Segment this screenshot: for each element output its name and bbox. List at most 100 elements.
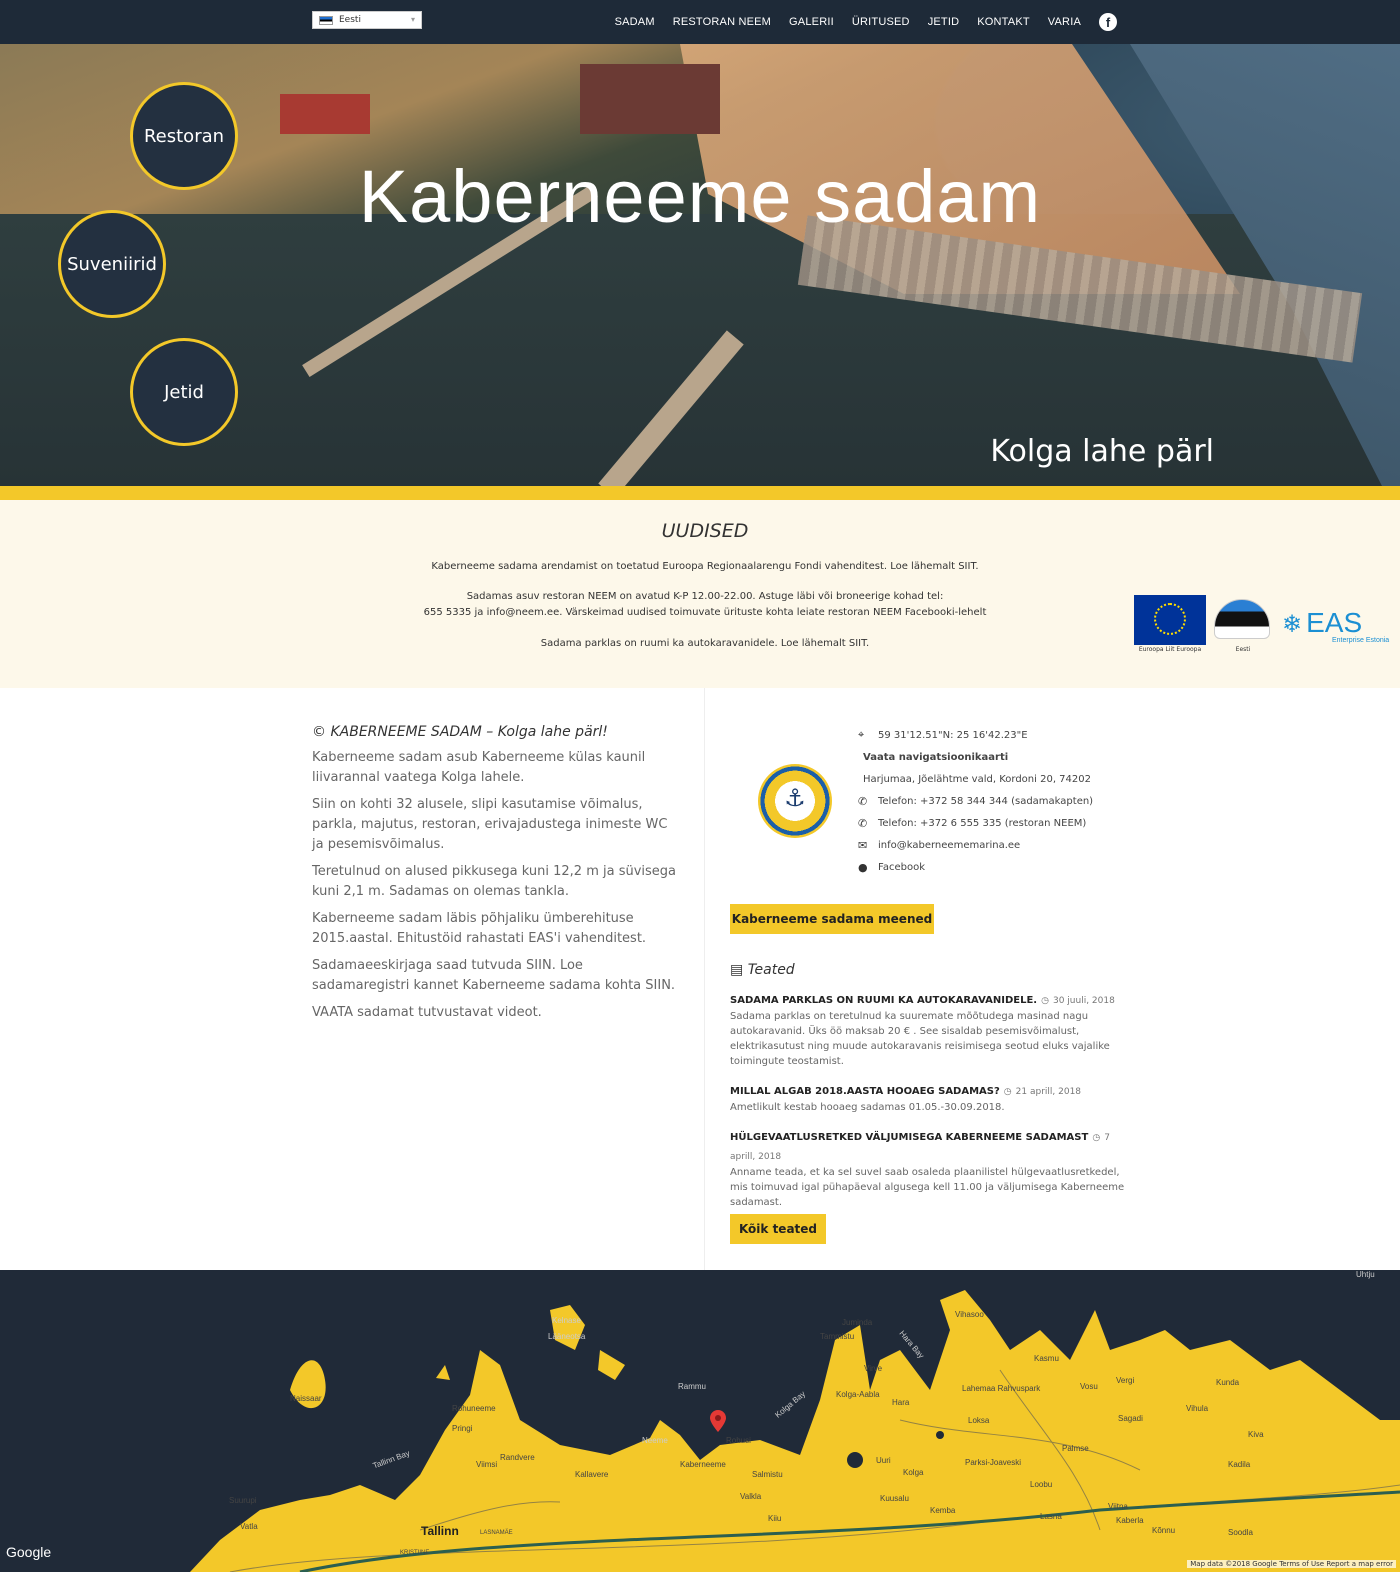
about-heading: © KABERNEEME SADAM – Kolga lahe pärl!	[312, 724, 677, 740]
map-footer[interactable]: Map data ©2018 Google Terms of Use Repor…	[1187, 1560, 1396, 1568]
map-label: Kiva	[1248, 1430, 1264, 1439]
hero-building	[280, 94, 370, 134]
map-pin-icon: ⌖	[858, 728, 865, 741]
top-navigation-bar: Eesti ▾ SADAM RESTORAN NEEM GALERII ÜRIT…	[0, 0, 1400, 44]
nav-item-restoran-neem[interactable]: RESTORAN NEEM	[673, 16, 771, 28]
snowflake-icon: ❄	[1282, 611, 1303, 638]
map-label: Rohusi	[726, 1436, 751, 1445]
notice-item: MILLAL ALGAB 2018.AASTA HOOAEG SADAMAS? ◷…	[730, 1079, 1130, 1115]
map-label: Rammu	[678, 1382, 707, 1391]
teated-heading-text: Teated	[747, 962, 795, 978]
notice-title[interactable]: HÜLGEVAATLUSRETKED VÄLJUMISEGA KABERNEEM…	[730, 1132, 1088, 1143]
notice-body: Anname teada, et ka sel suvel saab osale…	[730, 1167, 1125, 1208]
notice-body: Ametlikult kestab hooaeg sadamas 01.05.-…	[730, 1102, 1005, 1113]
phone-link[interactable]: Telefon: +372 58 344 344 (sadamakapten)	[878, 796, 1093, 807]
nav-item-jetid[interactable]: JETID	[928, 16, 960, 28]
all-notices-button[interactable]: Kõik teated	[730, 1214, 826, 1244]
main-menu: SADAM RESTORAN NEEM GALERII ÜRITUSED JET…	[615, 0, 1117, 44]
clock-icon: ◷	[1092, 1133, 1101, 1143]
map-label: Lääneotsa	[548, 1332, 586, 1341]
map-label: Tallinn	[421, 1524, 459, 1538]
estonian-flag-icon	[319, 15, 333, 25]
map-label: LASNAMÄE	[480, 1530, 513, 1536]
map-label: Juminda	[842, 1318, 873, 1327]
eas-logo-caption: Enterprise Estonia	[1332, 637, 1390, 644]
map-label: Kõnnu	[1152, 1526, 1176, 1535]
notice-title[interactable]: SADAMA PARKLAS ON RUUMI KA AUTOKARAVANID…	[730, 995, 1037, 1006]
map-label: Loobu	[1030, 1480, 1053, 1489]
map-label: Vosu	[1080, 1382, 1098, 1391]
map-label: Viimsi	[476, 1460, 498, 1469]
nav-item-galerii[interactable]: GALERII	[789, 16, 834, 28]
notice-date: 30 juuli, 2018	[1052, 996, 1115, 1006]
circle-link-restoran[interactable]: Restoran	[130, 82, 238, 190]
email-link[interactable]: info@kaberneememarina.ee	[878, 840, 1020, 851]
map-label: Pringi	[452, 1424, 473, 1433]
map-label: Neeme	[642, 1436, 668, 1445]
hero-subtitle: Kolga lahe pärl	[990, 434, 1214, 469]
facebook-row: ● Facebook	[858, 856, 1148, 878]
eas-logo: ❄ EAS	[1282, 607, 1362, 639]
about-paragraph: Sadamaeeskirjaga saad tutvuda SIIN. Loe …	[312, 958, 676, 993]
map-label: Lasna	[1040, 1512, 1062, 1521]
eu-logo-caption: Euroopa Liit Euroopa	[1138, 646, 1202, 653]
language-label: Eesti	[339, 15, 361, 25]
coordinates-text: 59 31'12.51"N: 25 16'42.23"E	[878, 729, 1028, 741]
souvenirs-button[interactable]: Kaberneeme sadama meened	[730, 904, 934, 934]
map-label: Loksa	[968, 1416, 990, 1425]
sponsor-logos: Euroopa Liit Euroopa Eesti ❄ EAS Enterpri…	[1134, 595, 1400, 665]
phone-row: ✆ Telefon: +372 6 555 335 (restoran NEEM)	[858, 812, 1148, 834]
nav-item-varia[interactable]: VARIA	[1048, 16, 1081, 28]
eu-flag-logo	[1134, 595, 1206, 645]
eas-logo-text: EAS	[1306, 607, 1363, 638]
chevron-down-icon: ▾	[410, 15, 415, 24]
map-label: Kolga-Aabla	[836, 1390, 880, 1399]
map-marker-icon[interactable]	[710, 1410, 726, 1432]
nav-item-sadam[interactable]: SADAM	[615, 16, 655, 28]
facebook-icon[interactable]: f	[1099, 13, 1117, 31]
address-text: Harjumaa, Jõelähtme vald, Kordoni 20, 74…	[863, 773, 1091, 785]
notice-item: HÜLGEVAATLUSRETKED VÄLJUMISEGA KABERNEEM…	[730, 1125, 1130, 1227]
map-label: Vatla	[240, 1522, 258, 1531]
teated-heading: ▤ Teated	[730, 962, 795, 978]
nav-item-kontakt[interactable]: KONTAKT	[977, 16, 1030, 28]
map-label: Vihasoo	[955, 1310, 984, 1319]
notice-date: 21 aprill, 2018	[1015, 1087, 1082, 1097]
copyright-icon: ©	[312, 724, 331, 740]
map-label: Naissaar	[290, 1394, 322, 1403]
notice-title[interactable]: MILLAL ALGAB 2018.AASTA HOOAEG SADAMAS?	[730, 1086, 1000, 1097]
phone-row: ✆ Telefon: +372 58 344 344 (sadamakapten)	[858, 790, 1148, 812]
calendar-icon: ▤	[730, 962, 748, 978]
map-label: Kasmu	[1034, 1354, 1059, 1363]
estonia-logo	[1214, 595, 1272, 645]
map-label: Sagadi	[1118, 1414, 1143, 1423]
phone-icon: ✆	[858, 816, 868, 830]
marina-anchor-logo: ⚓	[758, 764, 832, 838]
map-label: Vihula	[1186, 1404, 1209, 1413]
google-map[interactable]: Naissaar Kelnase Lääneotsa Rohuneeme Pri…	[0, 1270, 1400, 1572]
column-divider	[704, 688, 705, 1270]
about-paragraph: VAATA sadamat tutvustavat videot.	[312, 1005, 542, 1020]
nav-item-uritused[interactable]: ÜRITUSED	[852, 16, 910, 28]
facebook-link[interactable]: Facebook	[878, 862, 925, 873]
map-label: KRISTIINE	[400, 1550, 430, 1556]
circle-link-suveniirid[interactable]: Suveniirid	[58, 210, 166, 318]
map-label: Soodla	[1228, 1528, 1253, 1537]
map-label: Kolga	[903, 1468, 924, 1477]
language-select[interactable]: Eesti ▾	[312, 11, 422, 29]
about-paragraph: Kaberneeme sadam asub Kaberneeme külas k…	[312, 750, 646, 785]
navigation-map-link[interactable]: Vaata navigatsioonikaarti	[858, 746, 1148, 768]
map-label: Salmistu	[752, 1470, 783, 1479]
circle-link-jetid[interactable]: Jetid	[130, 338, 238, 446]
clock-icon: ◷	[1041, 996, 1049, 1006]
map-label: Viitna	[1108, 1502, 1128, 1511]
map-label: Parksi-Joaveski	[965, 1458, 1022, 1467]
map-label: Lahemaa Rahvuspark	[962, 1384, 1041, 1393]
phone-link[interactable]: Telefon: +372 6 555 335 (restoran NEEM)	[878, 818, 1086, 829]
hero-building	[580, 64, 720, 134]
news-heading: UUDISED	[661, 520, 749, 542]
yellow-divider	[0, 486, 1400, 500]
about-column: © KABERNEEME SADAM – Kolga lahe pärl! Ka…	[312, 724, 677, 1030]
map-label: Rohuneeme	[452, 1404, 496, 1413]
notice-body: Sadama parklas on teretulnud ka suuremat…	[730, 1011, 1110, 1067]
